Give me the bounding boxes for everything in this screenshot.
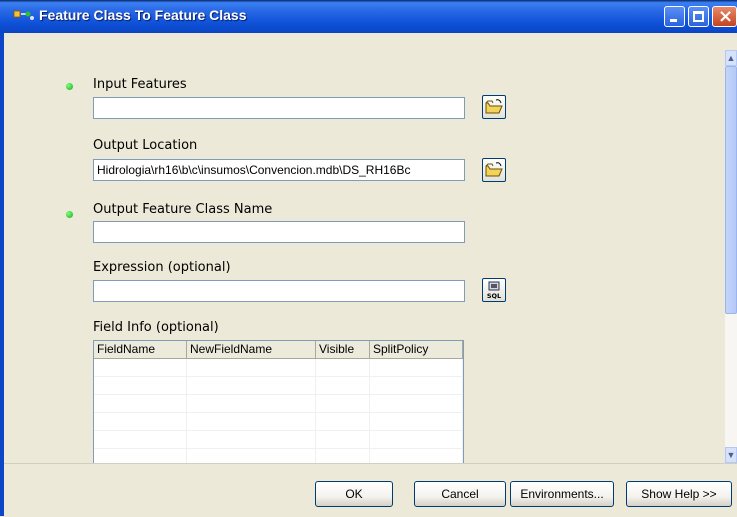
table-row[interactable]	[94, 377, 463, 395]
required-indicator-icon	[66, 83, 73, 90]
input-features-browse-button[interactable]	[482, 95, 506, 119]
table-row[interactable]	[94, 395, 463, 413]
folder-open-icon	[485, 162, 503, 177]
title-bar[interactable]: Feature Class To Feature Class ×	[0, 0, 737, 33]
sql-icon: SQL	[487, 281, 501, 300]
show-help-button[interactable]: Show Help >>	[626, 481, 732, 507]
ok-button[interactable]: OK	[315, 481, 393, 507]
output-name-label: Output Feature Class Name	[93, 202, 273, 217]
column-header-newfieldname[interactable]: NewFieldName	[187, 341, 316, 358]
output-location-label: Output Location	[93, 138, 198, 153]
vertical-scrollbar[interactable]: ▲ ▼	[725, 50, 737, 463]
expression-field[interactable]	[93, 280, 465, 302]
table-row[interactable]	[94, 449, 463, 463]
window-title: Feature Class To Feature Class	[39, 7, 247, 23]
environments-button[interactable]: Environments...	[510, 481, 614, 507]
field-info-header: FieldName NewFieldName Visible SplitPoli…	[94, 341, 463, 359]
column-header-visible[interactable]: Visible	[316, 341, 370, 358]
close-button[interactable]: ×	[712, 6, 737, 27]
toolbox-tool-icon	[13, 10, 34, 20]
close-icon: ×	[718, 6, 734, 27]
maximize-button[interactable]	[688, 6, 709, 27]
column-header-fieldname[interactable]: FieldName	[94, 341, 187, 358]
column-header-splitpolicy[interactable]: SplitPolicy	[370, 341, 463, 358]
scroll-up-icon[interactable]: ▲	[725, 50, 737, 66]
dialog-button-bar: OK Cancel Environments... Show Help >>	[4, 463, 737, 517]
output-name-field[interactable]	[93, 221, 465, 243]
table-row[interactable]	[94, 413, 463, 431]
required-indicator-icon	[66, 211, 73, 218]
tool-form: Input Features Output Location Hidrologi…	[4, 33, 725, 464]
input-features-field[interactable]	[93, 97, 465, 119]
input-features-label: Input Features	[93, 77, 187, 92]
table-row[interactable]	[94, 431, 463, 449]
output-location-browse-button[interactable]	[482, 158, 506, 182]
field-info-label: Field Info (optional)	[93, 320, 219, 335]
sql-query-builder-button[interactable]: SQL	[482, 278, 506, 302]
folder-open-icon	[485, 99, 503, 114]
output-location-field[interactable]: Hidrologia\rh16\b\c\insumos\Convencion.m…	[93, 159, 465, 181]
table-row[interactable]	[94, 359, 463, 377]
svg-text:SQL: SQL	[487, 292, 501, 300]
scrollbar-thumb[interactable]	[725, 66, 737, 314]
field-info-table[interactable]: FieldName NewFieldName Visible SplitPoli…	[93, 340, 464, 464]
cancel-button[interactable]: Cancel	[414, 481, 506, 507]
expression-label: Expression (optional)	[93, 260, 231, 275]
scroll-down-icon[interactable]: ▼	[725, 447, 737, 463]
minimize-button[interactable]	[664, 6, 685, 27]
